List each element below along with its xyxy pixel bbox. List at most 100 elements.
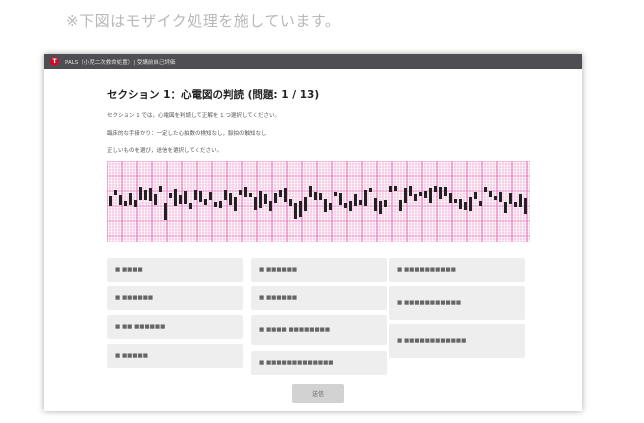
answer-option[interactable]: ■ ■■■■■■■■■■■■ (389, 324, 525, 358)
ecg-trace-block (194, 190, 197, 200)
ecg-trace-block (299, 201, 302, 217)
ecg-trace-block (259, 191, 262, 208)
ecg-trace-block (289, 199, 292, 206)
ecg-trace-block (479, 201, 482, 206)
ecg-trace-block (519, 194, 522, 207)
answer-option[interactable]: ■ ■■■■■ (107, 344, 243, 368)
ecg-trace-block (174, 189, 177, 206)
ecg-trace-block (524, 198, 527, 214)
ecg-trace-block (499, 192, 502, 202)
heart-logo-icon: T (50, 57, 59, 66)
ecg-trace-block (274, 193, 277, 203)
ecg-trace-block (254, 197, 257, 210)
ecg-trace-block (144, 190, 147, 200)
ecg-trace-block (209, 192, 212, 200)
ecg-trace-block (224, 190, 227, 200)
ecg-trace-block (509, 193, 512, 204)
answer-option[interactable]: ■ ■■ ■■■■■■ (107, 315, 243, 339)
ecg-trace-block (404, 188, 407, 203)
selection-instruction-line: 正しいものを選び，送信を選択してください。 (107, 148, 223, 154)
ecg-trace-block (474, 192, 477, 199)
ecg-trace-block (469, 197, 472, 211)
ecg-strip (107, 161, 530, 242)
ecg-trace-block (109, 196, 112, 206)
answer-option[interactable]: ■ ■■■■■■ (251, 258, 387, 282)
ecg-trace-block (384, 200, 387, 207)
ecg-trace-block (139, 187, 142, 200)
ecg-trace-block (324, 199, 327, 212)
ecg-trace-block (314, 192, 317, 200)
ecg-trace-block (239, 190, 242, 195)
ecg-trace-block (399, 200, 402, 211)
ecg-trace-block (189, 203, 192, 209)
ecg-trace-block (489, 191, 492, 197)
title-bar: T PALS（小児二次救命処置）| 受講前自己評価 (44, 54, 582, 69)
ecg-trace-block (464, 202, 467, 210)
ecg-trace-block (379, 201, 382, 214)
ecg-trace-block (159, 186, 162, 192)
ecg-trace-block (304, 197, 307, 211)
question-heading: セクション 1：心電図の判読 (問題: 1 / 13) (107, 89, 320, 101)
submit-button[interactable]: 送信 (292, 384, 344, 403)
ecg-trace-block (244, 187, 247, 197)
ecg-trace-block (214, 202, 217, 207)
answer-option[interactable]: ■ ■■■■ (107, 258, 243, 282)
ecg-trace-block (229, 193, 232, 205)
ecg-trace-block (249, 193, 252, 197)
ecg-trace-block (364, 190, 367, 206)
ecg-trace-block (514, 202, 517, 207)
instruction-line: セクション 1 では，心電図を判読して正解を 1 つ選択してください。 (107, 113, 280, 119)
app-window: T PALS（小児二次救命処置）| 受講前自己評価 セクション 1：心電図の判読… (44, 54, 582, 411)
ecg-trace-block (134, 200, 137, 207)
ecg-trace-block (369, 188, 372, 192)
ecg-trace-block (374, 198, 377, 211)
ecg-trace-block (334, 192, 337, 196)
ecg-trace-block (219, 201, 222, 208)
ecg-trace-block (449, 193, 452, 203)
ecg-trace-block (454, 199, 457, 203)
ecg-trace-block (409, 186, 412, 196)
ecg-trace-block (329, 203, 332, 210)
ecg-trace-block (389, 186, 392, 192)
ecg-trace-block (184, 191, 187, 204)
ecg-trace-block (429, 188, 432, 203)
ecg-trace-block (359, 200, 362, 205)
ecg-trace-block (414, 194, 417, 201)
notice-text: ※下図はモザイク処理を施しています。 (66, 12, 341, 30)
ecg-trace-block (459, 199, 462, 209)
ecg-trace-block (444, 187, 447, 196)
ecg-trace-block (339, 193, 342, 205)
answer-option[interactable]: ■ ■■■■■■ (251, 286, 387, 310)
answer-option[interactable]: ■ ■■■■■■ (107, 286, 243, 310)
ecg-trace-block (149, 188, 152, 201)
ecg-trace-block (424, 191, 427, 198)
ecg-trace-block (344, 203, 347, 208)
ecg-trace-block (279, 190, 282, 197)
ecg-trace-block (354, 194, 357, 206)
answer-option[interactable]: ■ ■■■■■■■■■■ (389, 258, 525, 282)
ecg-trace-block (164, 203, 167, 220)
ecg-trace-block (154, 194, 157, 205)
ecg-trace-block (269, 201, 272, 211)
ecg-trace-block (119, 195, 122, 205)
ecg-trace-block (434, 186, 437, 192)
ecg-trace-block (319, 193, 322, 200)
ecg-trace-block (494, 196, 497, 200)
ecg-trace-block (199, 191, 202, 202)
answer-option[interactable]: ■ ■■■■■■■■■■■■■ (251, 351, 387, 375)
ecg-trace-block (234, 197, 237, 211)
ecg-trace-block (204, 199, 207, 205)
ecg-trace-block (179, 195, 182, 204)
ecg-trace-block (349, 201, 352, 211)
ecg-trace-block (114, 190, 117, 195)
ecg-trace-block (264, 194, 267, 204)
ecg-trace-block (394, 186, 397, 191)
clinical-clue-line: 臨床的な手掛かり：一定した心拍数の検知なし，脈拍の触知なし (107, 131, 267, 137)
ecg-trace-block (419, 192, 422, 196)
window-title: PALS（小児二次救命処置）| 受講前自己評価 (65, 59, 176, 66)
answer-option[interactable]: ■ ■■■■■■■■■■■ (389, 286, 525, 320)
ecg-trace-block (284, 188, 287, 202)
ecg-trace-block (124, 201, 127, 206)
answer-option[interactable]: ■ ■■■■ ■■■■■■■■ (251, 315, 387, 345)
ecg-trace-block (309, 186, 312, 197)
